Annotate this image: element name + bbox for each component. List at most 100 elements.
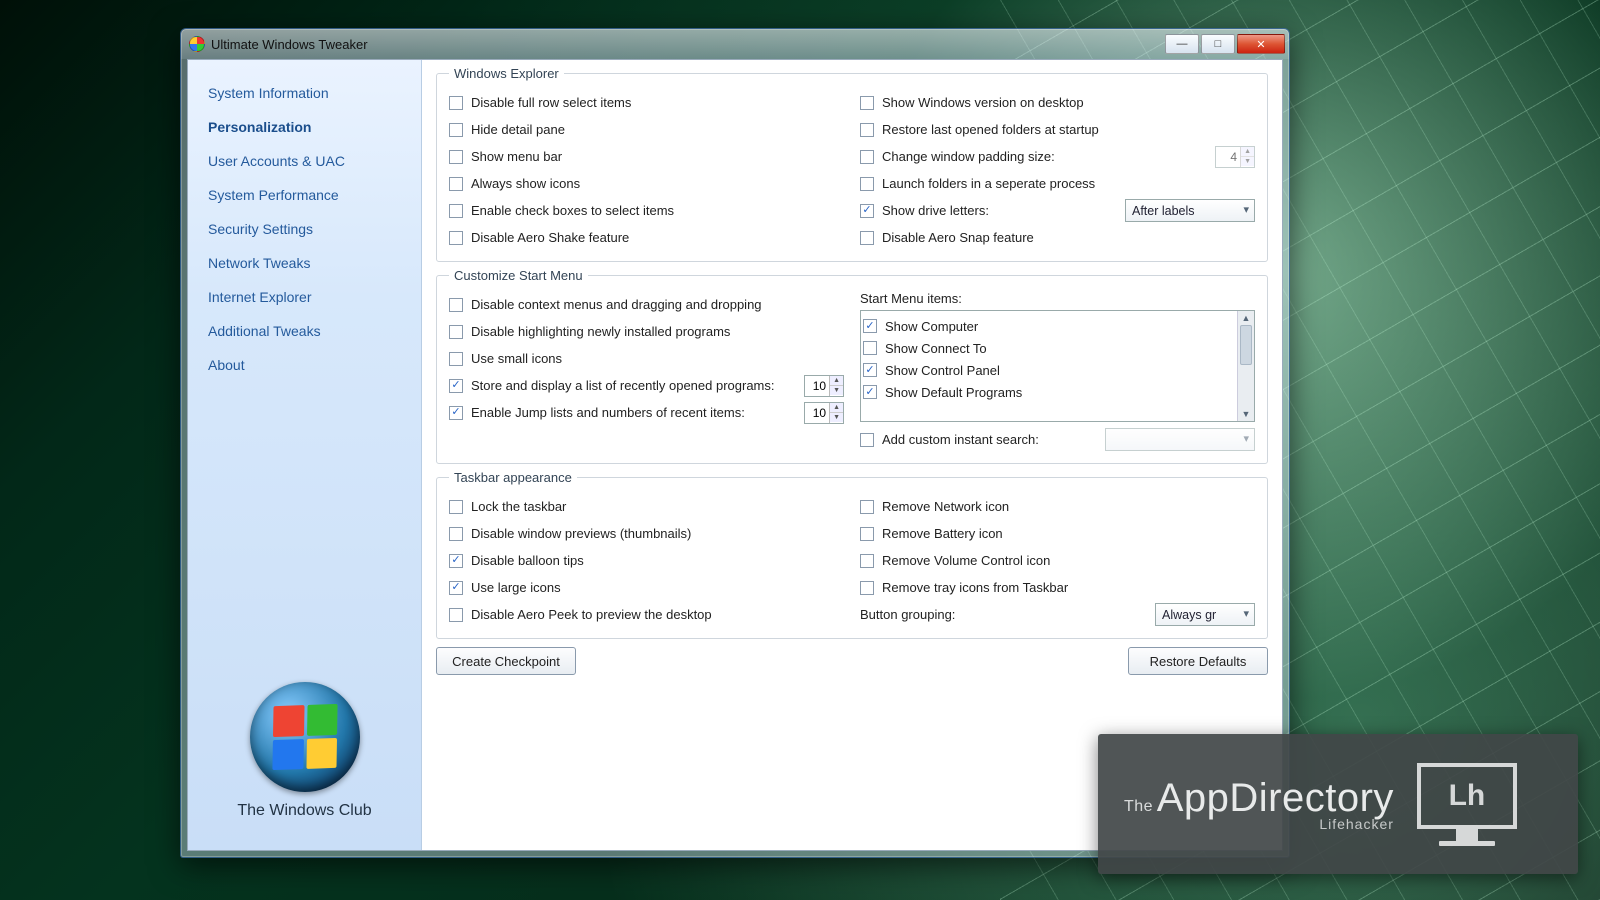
sidebar-item-security-settings[interactable]: Security Settings	[188, 212, 421, 246]
chk-show-menu-bar[interactable]	[449, 150, 463, 164]
chk-label: Show Computer	[885, 319, 978, 334]
monitor-screen-icon: Lh	[1417, 763, 1517, 829]
legend-taskbar: Taskbar appearance	[449, 470, 577, 485]
chk-enable-jumplists[interactable]	[449, 406, 463, 420]
close-button[interactable]: ✕	[1237, 34, 1285, 54]
chk-use-small-icons[interactable]	[449, 352, 463, 366]
chk-remove-tray-icons[interactable]	[860, 581, 874, 595]
restore-defaults-button[interactable]: Restore Defaults	[1128, 647, 1268, 675]
chk-disable-previews[interactable]	[449, 527, 463, 541]
chk-disable-aero-shake[interactable]	[449, 231, 463, 245]
chk-sm-show-computer[interactable]	[863, 319, 877, 333]
sidebar-item-system-information[interactable]: System Information	[188, 76, 421, 110]
window-title: Ultimate Windows Tweaker	[211, 37, 368, 52]
chk-label: Show menu bar	[471, 149, 562, 164]
spin-padding-input[interactable]	[1216, 147, 1240, 167]
scroll-thumb[interactable]	[1240, 325, 1252, 365]
nav-list: System Information Personalization User …	[188, 72, 421, 386]
monitor-icon: Lh	[1412, 763, 1522, 846]
sidebar-item-user-accounts-uac[interactable]: User Accounts & UAC	[188, 144, 421, 178]
chk-label: Launch folders in a seperate process	[882, 176, 1095, 191]
listbox-scrollbar[interactable]: ▲ ▼	[1237, 311, 1254, 421]
chk-show-win-version[interactable]	[860, 96, 874, 110]
select-button-grouping[interactable]: Always gr	[1155, 603, 1255, 626]
select-drive-letter-position[interactable]: After labels	[1125, 199, 1255, 222]
chk-label: Enable check boxes to select items	[471, 203, 674, 218]
scroll-up-icon[interactable]: ▲	[1238, 311, 1254, 325]
legend-windows-explorer: Windows Explorer	[449, 66, 564, 81]
windows-orb-icon	[250, 682, 360, 792]
chk-add-custom-instant-search[interactable]	[860, 433, 874, 447]
chk-disable-balloon-tips[interactable]	[449, 554, 463, 568]
button-grouping-label: Button grouping:	[860, 607, 1147, 622]
start-menu-items-header: Start Menu items:	[860, 291, 1255, 306]
chk-lock-taskbar[interactable]	[449, 500, 463, 514]
chk-label: Lock the taskbar	[471, 499, 566, 514]
sidebar-item-network-tweaks[interactable]: Network Tweaks	[188, 246, 421, 280]
create-checkpoint-button[interactable]: Create Checkpoint	[436, 647, 576, 675]
app-icon	[189, 36, 205, 52]
chk-restore-last-folders[interactable]	[860, 123, 874, 137]
legend-start-menu: Customize Start Menu	[449, 268, 588, 283]
chk-label: Restore last opened folders at startup	[882, 122, 1099, 137]
scroll-down-icon[interactable]: ▼	[1238, 407, 1254, 421]
chk-label: Disable balloon tips	[471, 553, 584, 568]
chk-label: Show drive letters:	[882, 203, 1117, 218]
chk-label: Disable Aero Shake feature	[471, 230, 629, 245]
chk-label: Remove tray icons from Taskbar	[882, 580, 1068, 595]
chk-hide-detail-pane[interactable]	[449, 123, 463, 137]
chk-label: Disable full row select items	[471, 95, 631, 110]
sidebar-item-system-performance[interactable]: System Performance	[188, 178, 421, 212]
chk-disable-highlight-new[interactable]	[449, 325, 463, 339]
chk-remove-volume-icon[interactable]	[860, 554, 874, 568]
minimize-button[interactable]: —	[1165, 34, 1199, 54]
brand-text: The Windows Club	[188, 802, 421, 820]
chk-label: Remove Network icon	[882, 499, 1009, 514]
chk-disable-context-drag[interactable]	[449, 298, 463, 312]
chk-label: Enable Jump lists and numbers of recent …	[471, 405, 796, 420]
chk-enable-checkboxes[interactable]	[449, 204, 463, 218]
titlebar[interactable]: Ultimate Windows Tweaker — □ ✕	[181, 29, 1289, 59]
watermark-sub: Lifehacker	[1124, 817, 1394, 832]
chk-label: Change window padding size:	[882, 149, 1207, 164]
chk-store-recent-programs[interactable]	[449, 379, 463, 393]
group-taskbar: Taskbar appearance Lock the taskbar Disa…	[436, 470, 1268, 639]
windows-flag-icon	[272, 704, 337, 770]
footer-buttons: Create Checkpoint Restore Defaults	[436, 645, 1268, 675]
chk-use-large-icons[interactable]	[449, 581, 463, 595]
chk-sm-show-control-panel[interactable]	[863, 363, 877, 377]
sidebar-item-personalization[interactable]: Personalization	[188, 110, 421, 144]
sidebar: System Information Personalization User …	[188, 60, 422, 850]
chk-label: Show Windows version on desktop	[882, 95, 1084, 110]
spin-recent-programs-input[interactable]	[805, 376, 829, 396]
spin-jumplist-items[interactable]: ▲▼	[804, 402, 844, 424]
chk-label: Disable highlighting newly installed pro…	[471, 324, 730, 339]
sidebar-item-about[interactable]: About	[188, 348, 421, 382]
sidebar-item-internet-explorer[interactable]: Internet Explorer	[188, 280, 421, 314]
chk-always-show-icons[interactable]	[449, 177, 463, 191]
chk-label: Store and display a list of recently ope…	[471, 378, 796, 393]
spin-jumplist-input[interactable]	[805, 403, 829, 423]
chk-remove-network-icon[interactable]	[860, 500, 874, 514]
chk-label: Show Default Programs	[885, 385, 1022, 400]
spin-padding-size[interactable]: ▲▼	[1215, 146, 1255, 168]
window-buttons: — □ ✕	[1165, 34, 1285, 54]
chk-sm-show-connect-to[interactable]	[863, 341, 877, 355]
watermark-text: The AppDirectory Lifehacker	[1124, 777, 1394, 832]
chk-show-drive-letters[interactable]	[860, 204, 874, 218]
chk-change-padding[interactable]	[860, 150, 874, 164]
chk-label: Hide detail pane	[471, 122, 565, 137]
chk-disable-full-row[interactable]	[449, 96, 463, 110]
select-instant-search[interactable]	[1105, 428, 1255, 451]
chk-disable-aero-peek[interactable]	[449, 608, 463, 622]
chk-launch-separate-process[interactable]	[860, 177, 874, 191]
group-start-menu: Customize Start Menu Disable context men…	[436, 268, 1268, 464]
sidebar-item-additional-tweaks[interactable]: Additional Tweaks	[188, 314, 421, 348]
chk-disable-aero-snap[interactable]	[860, 231, 874, 245]
chk-remove-battery-icon[interactable]	[860, 527, 874, 541]
chk-label: Remove Volume Control icon	[882, 553, 1050, 568]
chk-sm-show-default-programs[interactable]	[863, 385, 877, 399]
spin-recent-programs[interactable]: ▲▼	[804, 375, 844, 397]
listbox-start-menu-items[interactable]: Show Computer Show Connect To Show Contr…	[860, 310, 1255, 422]
maximize-button[interactable]: □	[1201, 34, 1235, 54]
